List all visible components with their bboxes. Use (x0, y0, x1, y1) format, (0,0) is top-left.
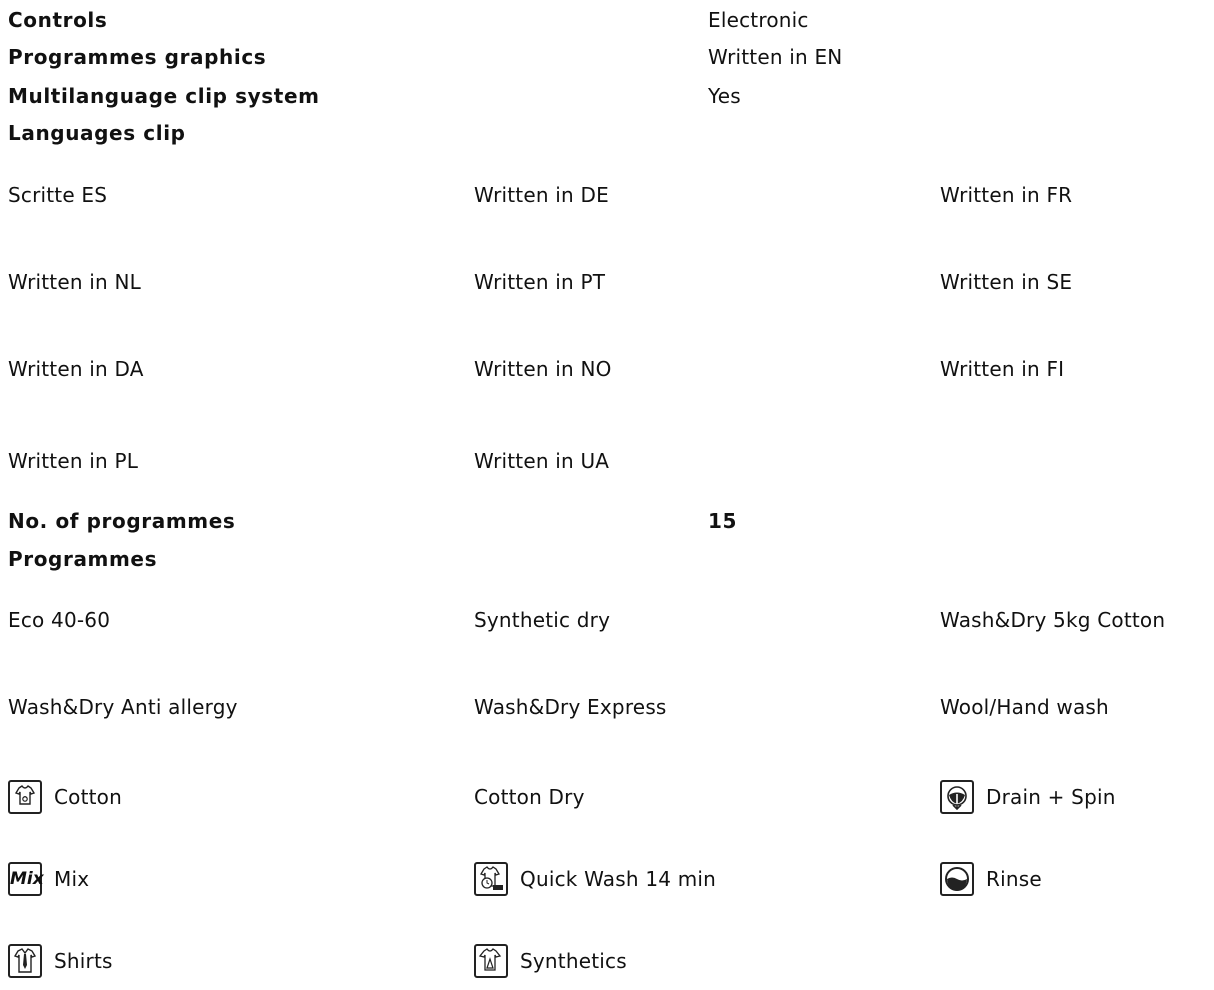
language-item: Written in UA (474, 449, 610, 473)
programmes-graphics-value: Written in EN (708, 45, 843, 69)
shirts-icon (8, 944, 42, 978)
programme-item: Synthetics (520, 949, 627, 973)
languages-clip-label: Languages clip (8, 121, 186, 145)
multilanguage-clip-label: Multilanguage clip system (8, 84, 320, 108)
language-item: Written in FI (940, 357, 1065, 381)
programme-item: Quick Wash 14 min (520, 867, 717, 891)
cotton-icon (8, 780, 42, 814)
programme-item: Synthetic dry (474, 608, 611, 632)
programme-item: Wash&Dry Express (474, 695, 667, 719)
language-item: Written in SE (940, 270, 1073, 294)
programme-item: Wash&Dry Anti allergy (8, 695, 238, 719)
drain-spin-icon (940, 780, 974, 814)
programme-item: Drain + Spin (986, 785, 1116, 809)
mix-icon: Mix (8, 862, 44, 896)
language-item: Written in DA (8, 357, 144, 381)
programme-item: Wool/Hand wash (940, 695, 1109, 719)
language-item: Written in PL (8, 449, 139, 473)
controls-label: Controls (8, 8, 108, 32)
programme-item: Cotton Dry (474, 785, 585, 809)
programme-item: Eco 40-60 (8, 608, 111, 632)
rinse-icon (940, 862, 974, 896)
language-item: Written in PT (474, 270, 606, 294)
mix-icon-text: Mix (10, 869, 44, 889)
programmes-count-value: 15 (708, 509, 738, 533)
programme-item: Wash&Dry 5kg Cotton (940, 608, 1166, 632)
controls-value: Electronic (708, 8, 809, 32)
language-item: Written in NL (8, 270, 141, 294)
programme-item: Rinse (986, 867, 1042, 891)
programmes-graphics-label: Programmes graphics (8, 45, 267, 69)
language-item: Scritte ES (8, 183, 108, 207)
programmes-count-label: No. of programmes (8, 509, 236, 533)
language-item: Written in FR (940, 183, 1073, 207)
programme-item: Cotton (54, 785, 122, 809)
programmes-label: Programmes (8, 547, 158, 571)
language-item: Written in DE (474, 183, 609, 207)
language-item: Written in NO (474, 357, 612, 381)
synthetics-icon (474, 944, 508, 978)
programme-item: Mix (54, 867, 90, 891)
quick-wash-icon (474, 862, 508, 896)
multilanguage-clip-value: Yes (708, 84, 741, 108)
programme-item: Shirts (54, 949, 113, 973)
